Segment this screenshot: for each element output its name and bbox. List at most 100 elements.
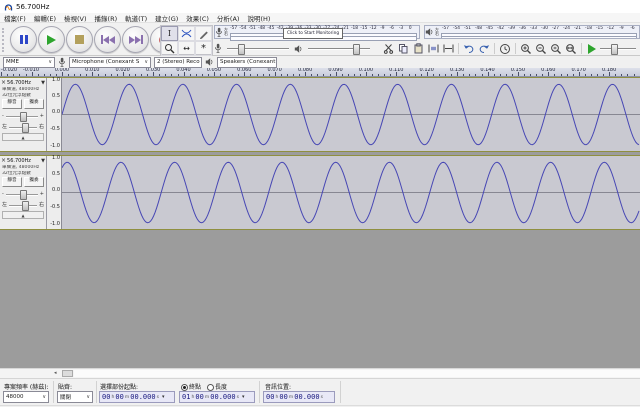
solo-button[interactable]: 獨奏 bbox=[24, 177, 44, 188]
silence-selection-button[interactable] bbox=[441, 42, 455, 55]
format-menu-arrow-icon[interactable]: ▾ bbox=[162, 394, 165, 400]
undo-button[interactable] bbox=[462, 42, 476, 55]
cut-button[interactable] bbox=[381, 42, 395, 55]
undo-arrow-icon bbox=[463, 45, 474, 53]
recording-volume-slider[interactable] bbox=[227, 44, 289, 55]
trim-outside-selection-button[interactable] bbox=[426, 42, 440, 55]
zoom-out-icon bbox=[536, 43, 546, 54]
separator bbox=[494, 43, 495, 54]
waveform-display[interactable] bbox=[62, 78, 640, 151]
scrollbar-trough[interactable] bbox=[74, 370, 640, 377]
play-at-speed-button[interactable] bbox=[585, 42, 599, 55]
scroll-left-arrow-icon[interactable]: ◂ bbox=[54, 371, 57, 376]
playback-device-select[interactable]: Speakers (Conexant Sma∨ bbox=[217, 56, 277, 68]
zoom-in-button[interactable] bbox=[519, 42, 533, 55]
speaker-icon bbox=[294, 44, 302, 53]
recording-channels-select[interactable]: 2 (Stereo) Reco∨ bbox=[154, 56, 202, 68]
skip-to-start-button[interactable] bbox=[94, 26, 121, 53]
scale-label: 0.0 bbox=[52, 187, 60, 193]
close-track-icon[interactable]: × bbox=[1, 79, 6, 86]
slider-thumb[interactable] bbox=[21, 200, 29, 211]
fit-selection-button[interactable] bbox=[549, 42, 563, 55]
zoom-out-button[interactable] bbox=[534, 42, 548, 55]
vertical-scale[interactable]: 1.0 0.5 0.0 -0.5 -1.0 bbox=[47, 156, 62, 229]
menu-item[interactable]: 檢視(V) bbox=[60, 13, 91, 23]
solo-button[interactable]: 獨奏 bbox=[24, 99, 44, 110]
snap-to-select[interactable]: 關閉 ∨ bbox=[57, 391, 93, 403]
audio-position-field[interactable]: 00 h 00 m 00.000 s bbox=[263, 391, 335, 403]
vertical-scale[interactable]: 1.0 0.5 0.0 -0.5 -1.0 bbox=[47, 78, 62, 151]
collapse-track-button[interactable]: ▲ bbox=[2, 133, 44, 142]
pan-slider[interactable]: 左 右 bbox=[0, 199, 46, 211]
redo-button[interactable] bbox=[477, 42, 491, 55]
selection-tool-button[interactable]: I bbox=[161, 26, 178, 41]
sync-lock-button[interactable] bbox=[498, 42, 512, 55]
pan-slider[interactable]: 左 右 bbox=[0, 121, 46, 133]
scrollbar-thumb[interactable] bbox=[62, 370, 73, 377]
envelope-tool-button[interactable] bbox=[178, 26, 195, 41]
radio-selected-icon bbox=[181, 384, 188, 391]
length-radio[interactable]: 長度 bbox=[207, 382, 227, 391]
microphone-icon bbox=[59, 57, 65, 67]
menu-item[interactable]: 分析(A) bbox=[213, 13, 244, 23]
slider-thumb[interactable] bbox=[21, 122, 29, 133]
separator bbox=[515, 43, 516, 54]
pause-button[interactable] bbox=[10, 26, 37, 53]
playback-speed-slider[interactable] bbox=[600, 44, 636, 55]
multi-tool-button[interactable]: * bbox=[195, 41, 212, 56]
audacity-window: 56.700Hz 檔案(F) 編輯(E) 檢視(V) 播錄(R) 軌道(T) 建立(G) 效… bbox=[0, 0, 640, 407]
chevron-down-icon: ∨ bbox=[48, 59, 52, 65]
gain-slider[interactable]: - + bbox=[0, 188, 46, 200]
device-toolbar: MME ∨ Microphone (Conexant S ∨ 2 (Stereo) … bbox=[0, 56, 640, 68]
collapse-track-button[interactable]: ▲ bbox=[2, 211, 44, 220]
menu-item[interactable]: 檔案(F) bbox=[0, 13, 30, 23]
draw-tool-button[interactable] bbox=[195, 26, 212, 41]
scale-label: -0.5 bbox=[50, 126, 60, 132]
slider-thumb[interactable] bbox=[610, 44, 618, 55]
audio-position-label: 音訊位置: bbox=[265, 384, 292, 391]
menu-item[interactable]: 播錄(R) bbox=[91, 13, 122, 23]
stop-button[interactable] bbox=[66, 26, 93, 53]
start-monitoring-button[interactable]: Click to Start Monitoring bbox=[283, 27, 343, 39]
slider-thumb[interactable] bbox=[238, 44, 246, 55]
menu-item[interactable]: 效果(C) bbox=[182, 13, 213, 23]
menu-item[interactable]: 編輯(E) bbox=[30, 13, 60, 23]
selection-start-field[interactable]: 00 h 00 m 00.000 s ▾ bbox=[99, 391, 175, 403]
close-track-icon[interactable]: × bbox=[1, 157, 6, 164]
slider-thumb[interactable] bbox=[20, 189, 28, 200]
playback-meter[interactable]: 左右 -57 -54 -51 -48 -45 -42 -39 -36 -33 -30 -27 -24-… bbox=[424, 25, 640, 39]
track-menu-arrow-icon[interactable]: ▼ bbox=[41, 80, 45, 86]
time-shift-tool-button[interactable]: ↔ bbox=[178, 41, 195, 56]
menu-item[interactable]: 說明(H) bbox=[243, 13, 274, 23]
waveform-display[interactable] bbox=[62, 156, 640, 229]
timeline-ruler[interactable]: -0.020 -0.010 0.000 0.010 0.020 0.030 0.040 0.0… bbox=[0, 68, 640, 77]
mute-button[interactable]: 靜音 bbox=[2, 99, 22, 110]
menu-item[interactable]: 軌道(T) bbox=[121, 13, 151, 23]
recording-meter[interactable]: 左右 -57-54-51-48-45-42-39-36-33-30-27-24-… bbox=[214, 25, 420, 41]
selection-end-field[interactable]: 01 h 00 m 00.000 s ▾ bbox=[179, 391, 255, 403]
project-rate-select[interactable]: 48000 ∨ bbox=[3, 391, 49, 403]
skip-to-end-button[interactable] bbox=[122, 26, 149, 53]
horizontal-scrollbar[interactable]: ◂ bbox=[0, 368, 640, 378]
paste-button[interactable] bbox=[411, 42, 425, 55]
toolbar-grip[interactable] bbox=[2, 27, 7, 52]
fit-project-button[interactable] bbox=[564, 42, 578, 55]
selection-start-label: 選擇部份起點: bbox=[100, 384, 139, 391]
scale-label: -0.5 bbox=[50, 204, 60, 210]
speaker-icon bbox=[425, 28, 433, 36]
zoom-tool-button[interactable] bbox=[161, 41, 178, 56]
mute-button[interactable]: 靜音 bbox=[2, 177, 22, 188]
playback-volume-slider[interactable] bbox=[308, 44, 370, 55]
end-radio[interactable]: 終點 bbox=[181, 382, 201, 391]
toolbar-dock: I ↔ * 左 右 -57 -54 -51 -48 -45 -42 -21 -1… bbox=[0, 23, 640, 56]
slider-thumb[interactable] bbox=[20, 111, 28, 122]
menu-item[interactable]: 建立(G) bbox=[151, 13, 182, 23]
gain-slider[interactable]: - + bbox=[0, 110, 46, 122]
track-menu-arrow-icon[interactable]: ▼ bbox=[41, 158, 45, 164]
slider-thumb[interactable] bbox=[352, 44, 360, 55]
format-menu-arrow-icon[interactable]: ▾ bbox=[242, 394, 245, 400]
play-button[interactable] bbox=[38, 26, 65, 53]
copy-button[interactable] bbox=[396, 42, 410, 55]
audio-host-select[interactable]: MME ∨ bbox=[3, 56, 55, 68]
recording-device-select[interactable]: Microphone (Conexant S ∨ bbox=[69, 56, 151, 68]
